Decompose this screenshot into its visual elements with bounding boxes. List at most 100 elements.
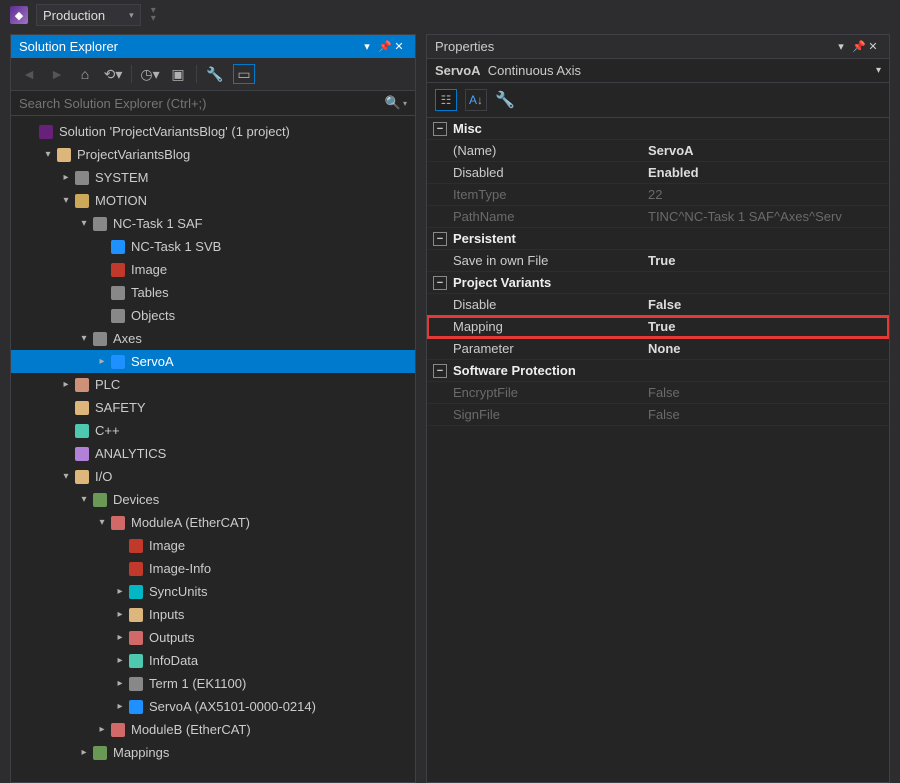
config-dropdown[interactable]: Production ▾ [36,4,141,26]
tree-item[interactable]: Mappings [11,741,415,764]
property-category[interactable]: −Persistent [427,228,889,250]
property-value[interactable]: False [642,404,889,425]
solution-explorer-titlebar[interactable]: Solution Explorer ▾ 📌 ✕ [11,35,415,58]
chevron-down-icon[interactable] [41,149,55,160]
property-row[interactable]: DisabledEnabled [427,162,889,184]
chevron-right-icon[interactable] [113,632,127,643]
tree-item[interactable]: Devices [11,488,415,511]
chevron-right-icon[interactable] [113,678,127,689]
tree-item[interactable]: PLC [11,373,415,396]
property-row[interactable]: DisableFalse [427,294,889,316]
tree-item[interactable]: Solution 'ProjectVariantsBlog' (1 projec… [11,120,415,143]
tree-item[interactable]: Axes [11,327,415,350]
pin-icon[interactable]: 📌 [849,40,865,53]
property-value[interactable]: False [642,294,889,315]
tree-item[interactable]: Inputs [11,603,415,626]
tree-item[interactable]: MOTION [11,189,415,212]
chevron-right-icon[interactable] [95,724,109,735]
chevron-right-icon[interactable] [113,655,127,666]
wrench-icon[interactable]: 🔧 [495,90,515,110]
tree-item[interactable]: ANALYTICS [11,442,415,465]
chevron-down-icon[interactable] [77,218,91,229]
search-icon[interactable]: 🔍 [379,95,401,111]
tree-item[interactable]: NC-Task 1 SVB [11,235,415,258]
chevron-down-icon[interactable]: ▾ [876,65,881,76]
property-row[interactable]: MappingTrue [427,316,889,338]
properties-icon[interactable]: 🔧 [205,64,225,84]
history-icon[interactable]: ◷▾ [140,64,160,84]
property-value[interactable]: False [642,382,889,403]
tree-item[interactable]: ModuleB (EtherCAT) [11,718,415,741]
alphabetical-icon[interactable]: A↓ [465,89,487,111]
property-value[interactable]: True [642,316,889,337]
property-row[interactable]: (Name)ServoA [427,140,889,162]
preview-icon[interactable]: ▭ [233,64,255,84]
property-value[interactable]: Enabled [642,162,889,183]
tree-item[interactable]: Objects [11,304,415,327]
chevron-down-icon[interactable] [77,494,91,505]
chevron-right-icon[interactable] [59,379,73,390]
tree-item[interactable]: InfoData [11,649,415,672]
tree-item[interactable]: ServoA (AX5101-0000-0214) [11,695,415,718]
dropdown-icon[interactable]: ▾ [359,40,375,53]
property-category[interactable]: −Project Variants [427,272,889,294]
property-category[interactable]: −Software Protection [427,360,889,382]
chevron-right-icon[interactable] [77,747,91,758]
tree-item[interactable]: SyncUnits [11,580,415,603]
search-options-icon[interactable]: ▾ [403,99,407,108]
home-icon[interactable]: ⌂ [75,64,95,84]
tree-item[interactable]: ServoA [11,350,415,373]
chevron-right-icon[interactable] [113,586,127,597]
chevron-right-icon[interactable] [113,701,127,712]
sync-icon[interactable]: ⟲▾ [103,64,123,84]
tree-item[interactable]: Tables [11,281,415,304]
node-icon [127,584,145,600]
tree-item[interactable]: I/O [11,465,415,488]
tree-item-label: I/O [95,469,112,484]
pin-icon[interactable]: 📌 [375,40,391,53]
chevron-down-icon[interactable] [95,517,109,528]
tree-item[interactable]: ProjectVariantsBlog [11,143,415,166]
collapse-icon[interactable]: − [433,276,447,290]
properties-object-header[interactable]: ServoA Continuous Axis ▾ [427,59,889,83]
property-row[interactable]: ItemType22 [427,184,889,206]
collapse-icon[interactable]: − [433,122,447,136]
chevron-down-icon[interactable] [77,333,91,344]
property-value[interactable]: 22 [642,184,889,205]
tree-item[interactable]: SYSTEM [11,166,415,189]
property-row[interactable]: Save in own FileTrue [427,250,889,272]
property-row[interactable]: PathNameTINC^NC-Task 1 SAF^Axes^Serv [427,206,889,228]
property-category[interactable]: −Misc [427,118,889,140]
property-row[interactable]: ParameterNone [427,338,889,360]
categorized-icon[interactable]: ☷ [435,89,457,111]
collapse-icon[interactable]: − [433,232,447,246]
tree-item[interactable]: C++ [11,419,415,442]
tree-item[interactable]: ModuleA (EtherCAT) [11,511,415,534]
property-value[interactable]: TINC^NC-Task 1 SAF^Axes^Serv [642,206,889,227]
chevron-right-icon[interactable] [95,356,109,367]
tree-item[interactable]: Image-Info [11,557,415,580]
chevron-down-icon[interactable] [59,471,73,482]
tree-item[interactable]: Outputs [11,626,415,649]
tree-item[interactable]: Image [11,534,415,557]
property-value[interactable]: ServoA [642,140,889,161]
chevron-down-icon[interactable] [59,195,73,206]
close-icon[interactable]: ✕ [391,40,407,53]
close-icon[interactable]: ✕ [865,40,881,53]
search-input[interactable] [19,96,379,111]
property-value[interactable]: True [642,250,889,271]
dropdown-icon[interactable]: ▾ [833,40,849,53]
tree-item[interactable]: SAFETY [11,396,415,419]
property-row[interactable]: SignFileFalse [427,404,889,426]
chevron-right-icon[interactable] [59,172,73,183]
show-all-icon[interactable]: ▣ [168,64,188,84]
solution-tree[interactable]: Solution 'ProjectVariantsBlog' (1 projec… [11,116,415,782]
tree-item[interactable]: Term 1 (EK1100) [11,672,415,695]
property-value[interactable]: None [642,338,889,359]
tree-item[interactable]: NC-Task 1 SAF [11,212,415,235]
properties-titlebar[interactable]: Properties ▾ 📌 ✕ [427,35,889,59]
property-row[interactable]: EncryptFileFalse [427,382,889,404]
tree-item[interactable]: Image [11,258,415,281]
collapse-icon[interactable]: − [433,364,447,378]
chevron-right-icon[interactable] [113,609,127,620]
